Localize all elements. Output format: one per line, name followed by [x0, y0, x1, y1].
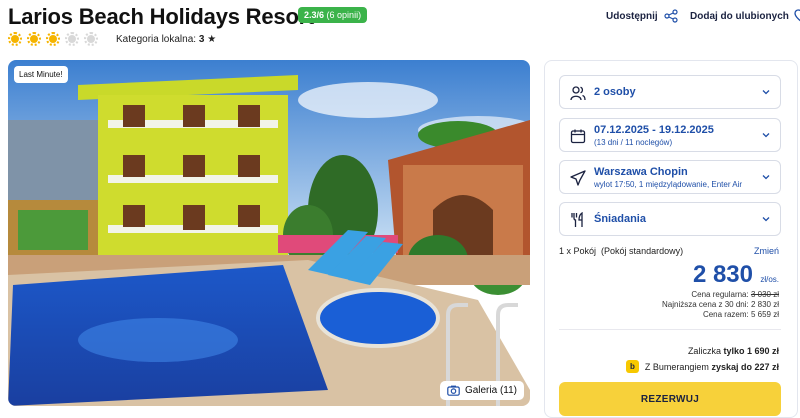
persons-value: 2 osoby [594, 86, 636, 98]
lowest-price-label: Najniższa cena z 30 dni: [662, 300, 749, 309]
regular-price-label: Cena regularna: [691, 290, 749, 299]
share-button[interactable]: Udostępnij [606, 9, 678, 23]
regular-price-value: 3 030 zł [750, 290, 779, 299]
gallery-button[interactable]: Galeria (11) [439, 381, 524, 400]
price-per-person: 2 830 [692, 261, 753, 288]
hotel-photo-image [8, 60, 530, 406]
bumerang-prefix: Z Bumerangiem [644, 361, 709, 372]
reviews-count: (6 opinii) [326, 10, 362, 20]
lowest-price-value: 2 830 zł [750, 300, 779, 309]
dates-duration: (13 dni / 11 noclegów) [594, 138, 673, 147]
share-label: Udostępnij [606, 10, 658, 22]
sun-icon [27, 32, 41, 46]
total-price-label: Cena razem: [702, 310, 749, 319]
star-icon: ★ [207, 34, 217, 45]
chevron-down-icon [762, 90, 770, 95]
chevron-down-icon [762, 175, 770, 180]
board-selector[interactable]: Śniadania [559, 202, 781, 236]
persons-selector[interactable]: 2 osoby [559, 75, 781, 109]
local-category-value: 3 [198, 34, 205, 45]
persons-icon [570, 86, 586, 101]
total-price-value: 5 659 zł [750, 310, 779, 319]
price-unit: zł/os. [760, 275, 779, 284]
deposit-value: tylko 1 690 zł [723, 346, 779, 356]
sun-icon [46, 32, 60, 46]
deposit-label: Zaliczka [687, 346, 721, 356]
camera-icon [447, 385, 460, 396]
hotel-photo[interactable]: Last Minute! Galeria (11) [8, 60, 530, 406]
bumerang-info[interactable]: b Z Bumerangiem zyskaj do 227 zł [625, 360, 779, 373]
departure-airport: Warszawa Chopin [594, 166, 688, 178]
local-category-label: Kategoria lokalna: [116, 34, 197, 45]
regular-price: Cena regularna: 3 030 zł [691, 290, 779, 299]
local-category: Kategoria lokalna: 3 ★ [116, 34, 216, 45]
divider [559, 329, 781, 330]
sun-icon [8, 32, 22, 46]
room-summary: 1 x Pokój (Pokój standardowy) [559, 246, 683, 256]
favorite-label: Dodaj do ulubionych [690, 10, 789, 22]
rating-value: 2.3/6 [304, 10, 325, 20]
gallery-label: Galeria (11) [464, 385, 517, 396]
departure-details: wylot 17:50, 1 międzylądowanie, Enter Ai… [594, 180, 743, 189]
reserve-button[interactable]: REZERWUJ [559, 382, 781, 416]
total-price: Cena razem: 5 659 zł [703, 310, 779, 319]
lowest-price: Najniższa cena z 30 dni: 2 830 zł [662, 300, 779, 309]
sun-icon [84, 32, 98, 46]
sun-icon [65, 32, 79, 46]
deposit-info: Zaliczka tylko 1 690 zł [688, 346, 779, 356]
booking-panel: 2 osoby 07.12.2025 - 19.12.2025 (13 dni … [544, 60, 798, 418]
share-icon [664, 9, 678, 23]
departure-selector[interactable]: Warszawa Chopin wylot 17:50, 1 międzyląd… [559, 160, 781, 194]
last-minute-badge: Last Minute! [14, 66, 68, 83]
plane-icon [570, 170, 586, 186]
room-type: (Pokój standardowy) [601, 246, 684, 256]
dates-value: 07.12.2025 - 19.12.2025 [594, 124, 714, 136]
dates-selector[interactable]: 07.12.2025 - 19.12.2025 (13 dni / 11 noc… [559, 118, 781, 152]
hotel-title: Larios Beach Holidays Resort [8, 4, 315, 29]
room-count: 1 x Pokój [559, 246, 597, 256]
bumerang-icon: b [625, 360, 639, 373]
rating-badge[interactable]: 2.3/6 (6 opinii) [298, 7, 368, 23]
chevron-down-icon [762, 133, 770, 138]
change-room-link[interactable]: Zmień [754, 246, 779, 256]
heart-icon [794, 9, 800, 22]
calendar-icon [570, 129, 586, 144]
cutlery-icon [571, 212, 583, 227]
bumerang-value: zyskaj do 227 zł [711, 361, 779, 372]
chevron-down-icon [762, 217, 770, 222]
hotel-header: Larios Beach Holidays Resort 2.3/6 (6 op… [8, 0, 800, 56]
favorite-button[interactable]: Dodaj do ulubionych [690, 9, 800, 23]
board-value: Śniadania [594, 213, 646, 225]
sun-rating [8, 32, 98, 46]
